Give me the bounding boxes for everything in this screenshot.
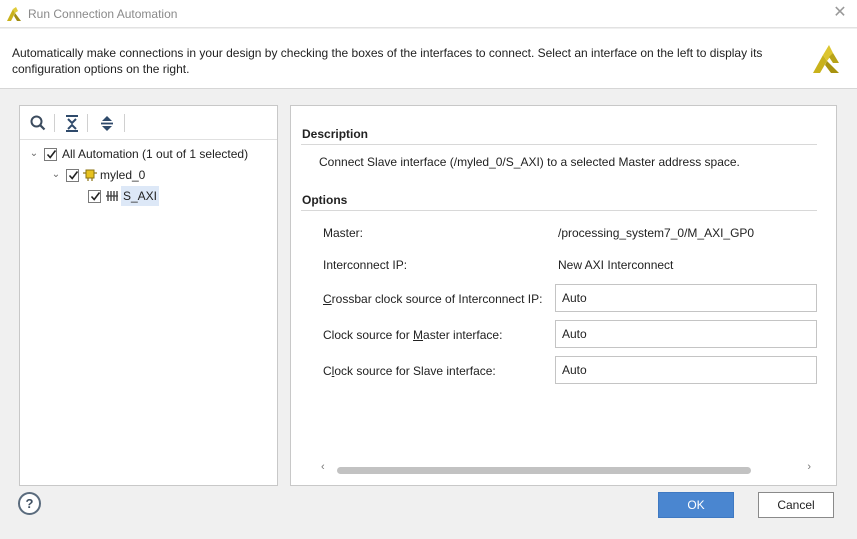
master-clock-label: Clock source for Master interface: — [323, 328, 503, 342]
crossbar-clock-label: Crossbar clock source of Interconnect IP… — [323, 292, 543, 306]
interconnect-value: New AXI Interconnect — [558, 258, 674, 272]
xilinx-brand-icon — [813, 45, 839, 73]
vivado-logo-icon — [7, 7, 21, 21]
tree-label-all-automation: All Automation (1 out of 1 selected) — [62, 147, 249, 161]
toolbar-separator — [124, 114, 125, 132]
tree-row-interface[interactable]: S_AXI — [20, 186, 277, 206]
cancel-button[interactable]: Cancel — [758, 492, 834, 518]
close-icon[interactable]: ✕ — [831, 4, 849, 22]
expand-all-icon[interactable] — [97, 113, 117, 133]
scroll-left-icon[interactable]: ‹ — [321, 461, 325, 473]
scroll-right-icon[interactable]: › — [807, 461, 811, 473]
toolbar-separator — [87, 114, 88, 132]
crossbar-clock-select[interactable]: Auto — [555, 284, 817, 312]
instructions-text: Automatically make connections in your d… — [12, 46, 763, 76]
description-divider — [301, 144, 817, 145]
master-clock-select[interactable]: Auto — [555, 320, 817, 348]
instructions-banner: Automatically make connections in your d… — [0, 29, 857, 89]
window-title: Run Connection Automation — [28, 7, 178, 21]
collapse-all-icon[interactable] — [62, 113, 82, 133]
master-value: /processing_system7_0/M_AXI_GP0 — [558, 226, 755, 240]
description-heading: Description — [302, 127, 369, 141]
details-panel: Description Connect Slave interface (/my… — [290, 105, 837, 486]
tree-label-interface: S_AXI — [121, 186, 160, 206]
title-bar: Run Connection Automation ✕ — [0, 0, 857, 28]
options-heading: Options — [302, 193, 348, 207]
search-icon[interactable] — [28, 113, 48, 133]
automation-tree-panel: ⌄ All Automation (1 out of 1 selected) ⌄… — [19, 105, 278, 486]
toolbar-separator — [54, 114, 55, 132]
checkbox-ip[interactable] — [66, 169, 79, 182]
chevron-down-icon[interactable]: ⌄ — [50, 165, 62, 185]
description-text: Connect Slave interface (/myled_0/S_AXI)… — [319, 155, 740, 169]
slave-clock-label: Clock source for Slave interface: — [323, 364, 496, 378]
tree-toolbar — [20, 106, 277, 140]
interconnect-label: Interconnect IP: — [323, 258, 408, 272]
options-divider — [301, 210, 817, 211]
bus-interface-icon — [106, 191, 118, 201]
tree-label-ip: myled_0 — [100, 168, 146, 182]
master-label: Master: — [323, 226, 364, 240]
slave-clock-select[interactable]: Auto — [555, 356, 817, 384]
tree-row-all-automation[interactable]: ⌄ All Automation (1 out of 1 selected) — [20, 144, 277, 164]
tree-row-ip[interactable]: ⌄ myled_0 — [20, 165, 277, 185]
checkbox-all-automation[interactable] — [44, 148, 57, 161]
chevron-down-icon[interactable]: ⌄ — [28, 144, 40, 164]
ip-core-icon — [83, 169, 97, 181]
horizontal-scrollbar[interactable]: ‹ › — [321, 461, 815, 476]
ok-button[interactable]: OK — [658, 492, 734, 518]
help-button[interactable]: ? — [18, 492, 41, 515]
scrollbar-thumb[interactable] — [337, 467, 751, 474]
checkbox-interface[interactable] — [88, 190, 101, 203]
